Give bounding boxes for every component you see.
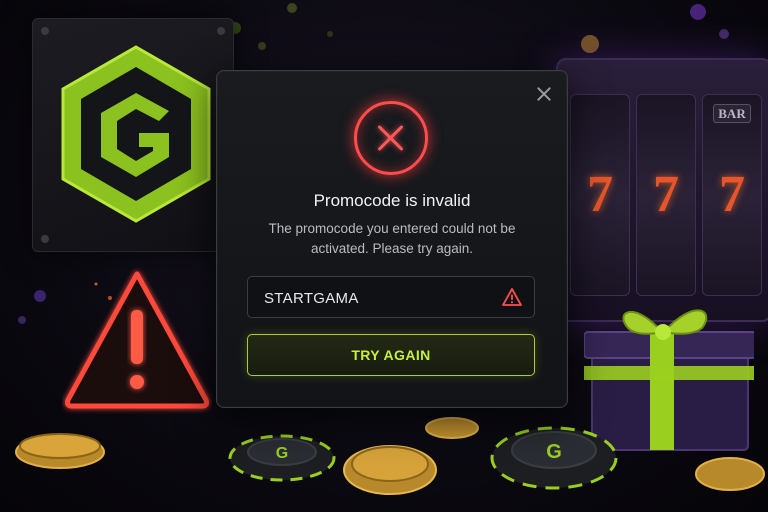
try-again-button[interactable]: TRY AGAIN bbox=[247, 334, 535, 376]
error-circle-x-icon bbox=[354, 101, 428, 175]
chip-letter: G bbox=[546, 441, 562, 463]
promocode-input[interactable] bbox=[248, 277, 506, 319]
warning-triangle-icon bbox=[502, 288, 522, 306]
promocode-field[interactable] bbox=[247, 276, 535, 319]
promocode-error-modal: Promocode is invalid The promocode you e… bbox=[216, 70, 568, 408]
modal-title: Promocode is invalid bbox=[313, 191, 471, 210]
modal-message: The promocode you entered could not be a… bbox=[268, 221, 516, 256]
chip-letter: G bbox=[276, 445, 288, 462]
close-icon[interactable] bbox=[535, 85, 553, 103]
